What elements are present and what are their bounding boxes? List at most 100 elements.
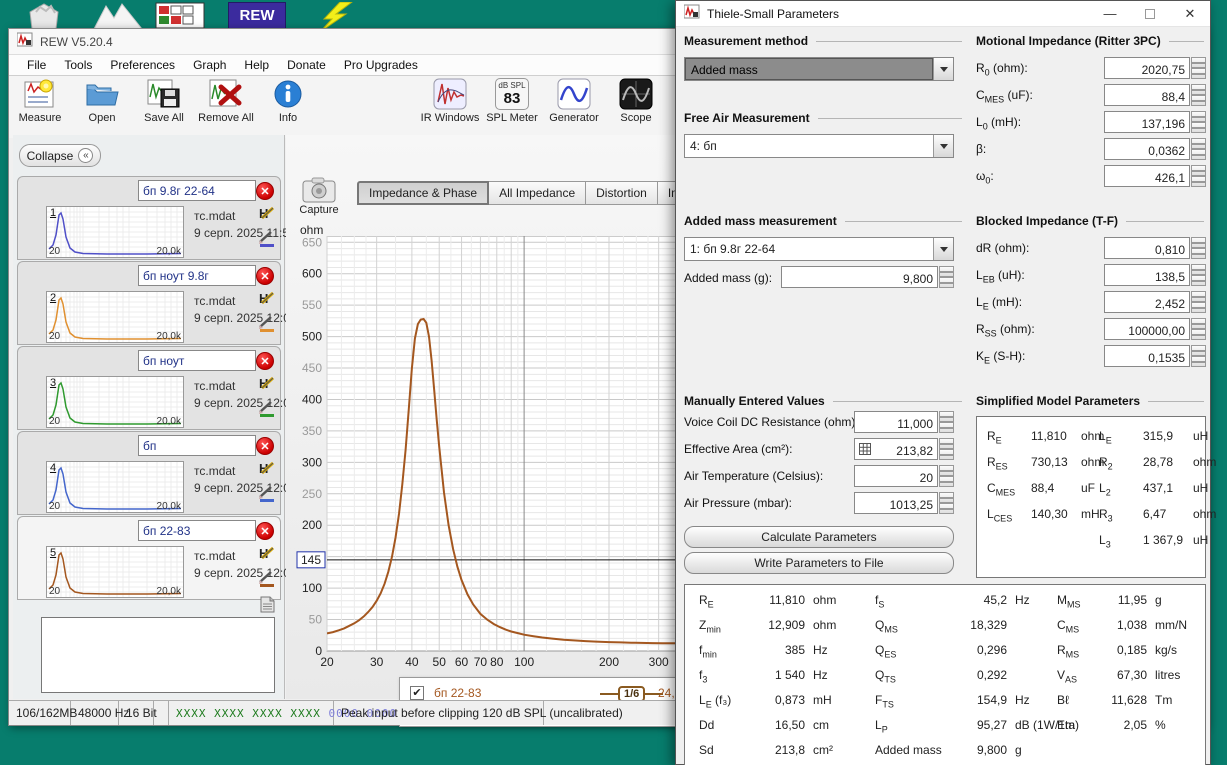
blocked-row-2-field[interactable]: 2,452: [1104, 291, 1206, 313]
dropdown-arrow-icon[interactable]: [933, 238, 953, 260]
measurement-thumbnail[interactable]: 42020,0k: [46, 461, 184, 513]
minimize-button[interactable]: —: [1090, 1, 1130, 26]
memory-status: 106/162MB: [9, 701, 71, 725]
trace-color-pencil-icon[interactable]: [258, 485, 276, 505]
delete-measurement-button[interactable]: ✕: [256, 267, 274, 285]
spinner-buttons[interactable]: [939, 411, 954, 433]
spinner-buttons[interactable]: [1191, 318, 1206, 340]
added-mass-measurement-select[interactable]: 1: бп 9.8г 22-64: [684, 237, 954, 261]
blocked-row-0-label: dR (ohm):: [976, 241, 1029, 255]
measurement-card-5[interactable]: ✕52020,0kтс.mdat9 серп. 2025 12:06:24H: [17, 516, 281, 600]
measurement-card-2[interactable]: ✕22020,0kтс.mdat9 серп. 2025 12:01:09H: [17, 261, 281, 345]
menu-item-help[interactable]: Help: [236, 56, 277, 74]
save-all-button[interactable]: Save All: [133, 78, 195, 136]
tab-all-impedance[interactable]: All Impedance: [489, 181, 586, 205]
write-parameters-button[interactable]: Write Parameters to File: [684, 552, 954, 574]
collapse-sidebar-button[interactable]: Collapse «: [19, 144, 101, 167]
generator-button[interactable]: Generator: [543, 78, 605, 136]
open-button[interactable]: Open: [71, 78, 133, 136]
blocked-row-4-field[interactable]: 0,1535: [1104, 345, 1206, 367]
measurement-notes-box[interactable]: [41, 617, 275, 693]
measurement-card-3[interactable]: ✕32020,0kтс.mdat9 серп. 2025 12:02:44H: [17, 346, 281, 430]
motional-row-0-field[interactable]: 2020,75: [1104, 57, 1206, 79]
spinner-buttons[interactable]: [939, 266, 954, 288]
delete-measurement-button[interactable]: ✕: [256, 352, 274, 370]
remove-all-button[interactable]: Remove All: [195, 78, 257, 136]
blocked-row-1-field[interactable]: 138,5: [1104, 264, 1206, 286]
trace-color-pencil-icon[interactable]: [258, 400, 276, 420]
manual-row-3-field[interactable]: 1013,25: [854, 492, 954, 514]
spinner-buttons[interactable]: [1191, 57, 1206, 79]
trace-edit-icon[interactable]: H: [258, 545, 276, 564]
delete-measurement-button[interactable]: ✕: [256, 182, 274, 200]
dropdown-arrow-icon[interactable]: [933, 135, 953, 157]
added-mass-field[interactable]: 9,800: [781, 266, 954, 288]
delete-measurement-button[interactable]: ✕: [256, 522, 274, 540]
measurement-thumbnail[interactable]: 22020,0k: [46, 291, 184, 343]
menu-item-preferences[interactable]: Preferences: [102, 56, 183, 74]
spinner-buttons[interactable]: [1191, 111, 1206, 133]
blocked-row-0-field[interactable]: 0,810: [1104, 237, 1206, 259]
trace-edit-icon[interactable]: H: [258, 205, 276, 224]
measurement-thumbnail[interactable]: 32020,0k: [46, 376, 184, 428]
spinner-buttons[interactable]: [1191, 237, 1206, 259]
measurement-name-input[interactable]: [138, 435, 256, 456]
info-button[interactable]: Info: [257, 78, 319, 136]
spinner-buttons[interactable]: [939, 438, 954, 460]
manual-row-0-field[interactable]: 11,000: [854, 411, 954, 433]
maximize-button[interactable]: [1130, 1, 1170, 26]
measurement-name-input[interactable]: [138, 350, 256, 371]
motional-row-1-field[interactable]: 88,4: [1104, 84, 1206, 106]
menu-item-file[interactable]: File: [19, 56, 54, 74]
spinner-buttons[interactable]: [1191, 138, 1206, 160]
spinner-buttons[interactable]: [939, 465, 954, 487]
blocked-row-3-field[interactable]: 100000,00: [1104, 318, 1206, 340]
menu-item-graph[interactable]: Graph: [185, 56, 234, 74]
spinner-buttons[interactable]: [1191, 264, 1206, 286]
spinner-buttons[interactable]: [939, 492, 954, 514]
menu-item-donate[interactable]: Donate: [279, 56, 334, 74]
measurement-name-input[interactable]: [138, 520, 256, 541]
legend-checkbox[interactable]: ✔: [410, 686, 424, 700]
dropdown-arrow-icon[interactable]: [933, 58, 953, 80]
tab-impedance-phase[interactable]: Impedance & Phase: [357, 181, 489, 205]
trace-edit-icon[interactable]: H: [258, 375, 276, 394]
close-button[interactable]: ✕: [1170, 1, 1210, 26]
menu-item-tools[interactable]: Tools: [56, 56, 100, 74]
scope-button[interactable]: Scope: [605, 78, 667, 136]
measurement-card-4[interactable]: ✕42020,0kтс.mdat9 серп. 2025 12:04:27H: [17, 431, 281, 515]
measurement-card-1[interactable]: ✕12020,0kтс.mdat9 серп. 2025 11:58:13H: [17, 176, 281, 260]
measurement-thumbnail[interactable]: 52020,0k: [46, 546, 184, 598]
rew-app-icon[interactable]: REW: [228, 2, 286, 29]
spinner-buttons[interactable]: [1191, 84, 1206, 106]
motional-row-3-field[interactable]: 0,0362: [1104, 138, 1206, 160]
free-air-select[interactable]: 4: бп: [684, 134, 954, 158]
trace-edit-icon[interactable]: H: [258, 460, 276, 479]
spinner-buttons[interactable]: [1191, 165, 1206, 187]
capture-button[interactable]: Capture: [297, 177, 341, 225]
area-grid-icon[interactable]: [859, 443, 871, 458]
tab-distortion[interactable]: Distortion: [586, 181, 658, 205]
motional-row-4-field[interactable]: 426,1: [1104, 165, 1206, 187]
spl-meter-button[interactable]: dB SPL83SPL Meter: [481, 78, 543, 136]
trace-edit-icon[interactable]: H: [258, 290, 276, 309]
notes-icon[interactable]: [260, 596, 275, 616]
trace-color-pencil-icon[interactable]: [258, 570, 276, 590]
delete-measurement-button[interactable]: ✕: [256, 437, 274, 455]
measurement-thumbnail[interactable]: 12020,0k: [46, 206, 184, 258]
motional-row-2-field[interactable]: 137,196: [1104, 111, 1206, 133]
spinner-buttons[interactable]: [1191, 291, 1206, 313]
menu-item-pro-upgrades[interactable]: Pro Upgrades: [336, 56, 426, 74]
measurement-method-select[interactable]: Added mass: [684, 57, 954, 81]
spinner-buttons[interactable]: [1191, 345, 1206, 367]
measurement-name-input[interactable]: [138, 180, 256, 201]
section-measurement-method: Measurement method: [684, 34, 962, 48]
calculate-parameters-button[interactable]: Calculate Parameters: [684, 526, 954, 548]
ir-windows-button[interactable]: IR Windows: [419, 78, 481, 136]
measure-button[interactable]: Measure: [9, 78, 71, 136]
manual-row-1-field[interactable]: 213,82: [854, 438, 954, 460]
trace-color-pencil-icon[interactable]: [258, 315, 276, 335]
manual-row-2-field[interactable]: 20: [854, 465, 954, 487]
measurement-name-input[interactable]: [138, 265, 256, 286]
trace-color-pencil-icon[interactable]: [258, 230, 276, 250]
